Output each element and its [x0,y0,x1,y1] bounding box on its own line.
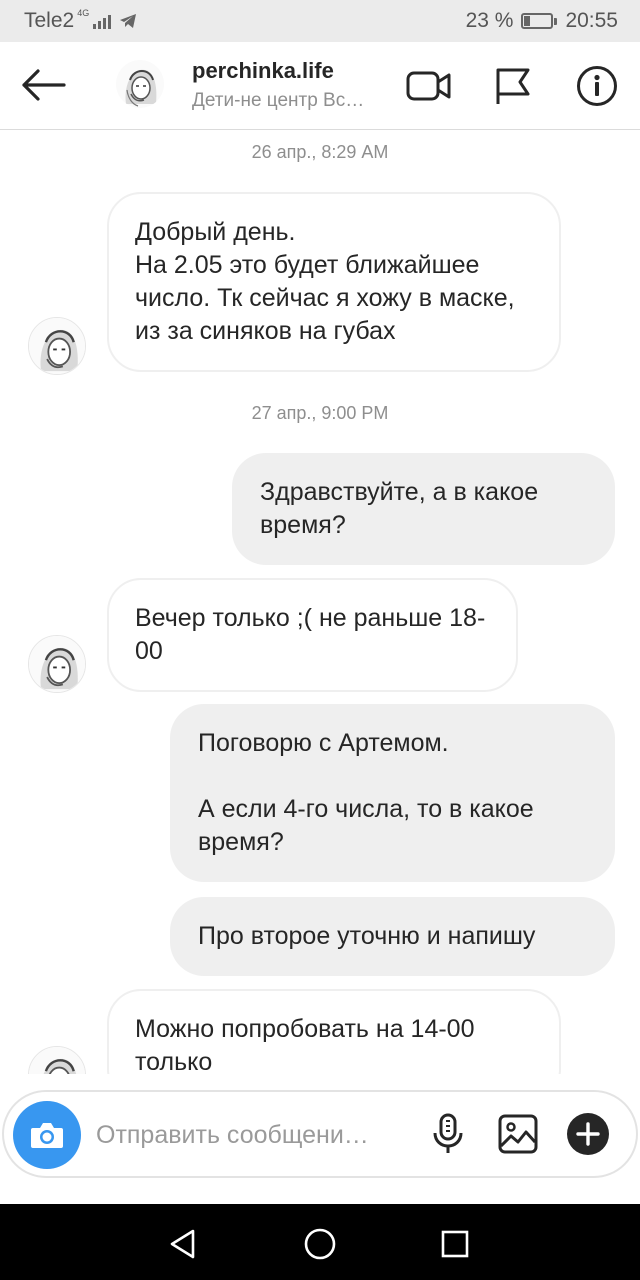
chat-header: perchinka.life Дети-не центр Вс… [0,42,640,130]
microphone-icon [433,1113,463,1153]
clock: 20:55 [565,9,618,32]
contact-subtitle: Дети-не центр Вс… [192,90,365,111]
contact-name: perchinka.life [192,58,334,83]
recents-square-icon [441,1230,469,1258]
voice-message-button[interactable] [426,1112,470,1156]
report-button[interactable] [490,64,536,108]
battery-icon [521,13,558,29]
network-type-label: 4G [77,7,90,18]
battery-fill [524,16,531,26]
message-thread[interactable]: 26 апр., 8:29 AM Добрый день. На 2.05 эт… [0,131,640,1074]
timestamp: 27 апр., 9:00 PM [251,403,389,423]
camera-button[interactable] [13,1101,81,1169]
nav-back-button[interactable] [163,1224,203,1264]
status-bar: Tele2 4G 23 % 20:55 [0,0,640,42]
message-outgoing[interactable]: Про второе уточню и напишу [170,897,615,976]
contact-avatar[interactable] [116,60,164,108]
arrow-left-icon [22,69,66,101]
back-button[interactable] [18,62,68,108]
signal-strength-icon [93,13,112,29]
gallery-button[interactable] [496,1112,540,1156]
battery-percent: 23 % [465,9,514,32]
back-triangle-icon [170,1229,195,1259]
nav-recents-button[interactable] [435,1224,475,1264]
message-incoming[interactable]: Можно попробовать на 14-00 только [107,989,561,1074]
status-left: Tele2 4G [24,7,137,33]
status-right: 23 % 20:55 [466,9,618,33]
message-incoming[interactable]: Вечер только ;( не раньше 18-00 [107,578,518,692]
nav-home-button[interactable] [300,1224,340,1264]
video-camera-icon [406,71,451,101]
carrier-label: Tele2 [24,9,75,32]
video-call-button[interactable] [406,64,452,108]
more-options-button[interactable] [566,1112,610,1156]
message-input[interactable] [96,1112,408,1158]
message-outgoing[interactable]: Здравствуйте, а в какое время? [232,453,615,565]
telegram-icon [119,13,137,29]
message-incoming[interactable]: Добрый день. На 2.05 это будет ближайшее… [107,192,561,372]
message-outgoing[interactable]: Поговорю с Артемом. А если 4-го числа, т… [170,704,615,882]
info-button[interactable] [574,64,620,108]
info-icon [577,66,617,106]
sender-avatar[interactable] [28,317,86,375]
sender-avatar[interactable] [28,635,86,693]
timestamp: 26 апр., 8:29 AM [251,142,389,162]
message-composer [2,1090,638,1178]
sender-avatar[interactable] [28,1046,86,1074]
system-nav-bar [0,1204,640,1280]
header-titles[interactable]: perchinka.life Дети-не центр Вс… [192,58,392,112]
plus-icon [567,1113,609,1155]
camera-icon [31,1123,63,1148]
flag-icon [496,68,530,104]
gallery-icon [498,1114,538,1154]
home-circle-icon [304,1228,336,1260]
